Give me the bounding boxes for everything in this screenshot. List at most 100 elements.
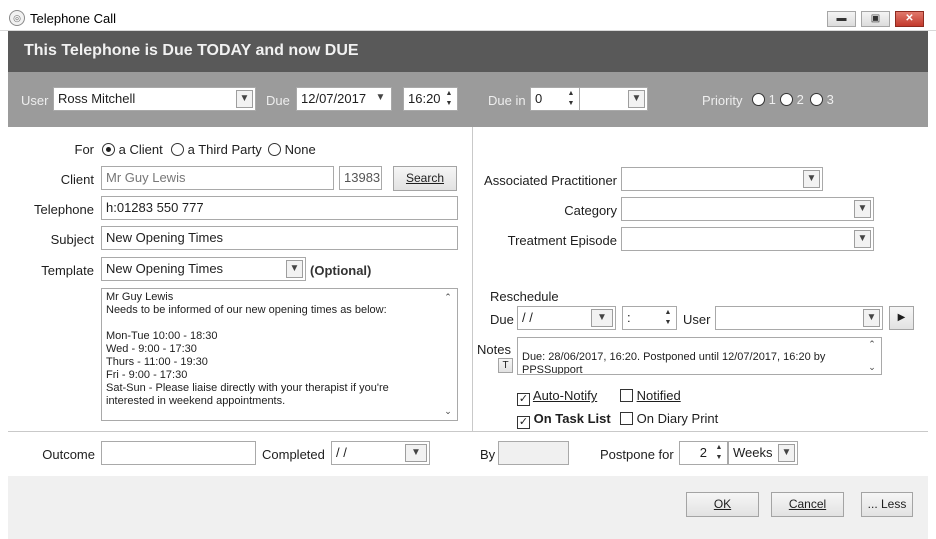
by-field[interactable] bbox=[498, 441, 569, 465]
chevron-up-icon[interactable]: ⌃ bbox=[864, 339, 880, 350]
chevron-down-icon[interactable]: ▼ bbox=[236, 90, 253, 108]
user-select[interactable]: Ross Mitchell ▼ bbox=[53, 87, 256, 111]
outcome-field[interactable] bbox=[101, 441, 256, 465]
for-option-client[interactable]: a Client bbox=[102, 142, 163, 157]
for-label: For bbox=[74, 142, 95, 157]
category-label: Category bbox=[564, 203, 617, 218]
postpone-label: Postpone for bbox=[600, 447, 674, 462]
client-label: Client bbox=[60, 172, 94, 187]
chevron-down-icon[interactable]: ▼ bbox=[286, 260, 303, 278]
chevron-up-icon[interactable]: ⌃ bbox=[440, 292, 456, 303]
chevron-down-icon[interactable]: ▼ bbox=[854, 230, 871, 248]
cancel-button[interactable]: Cancel bbox=[771, 492, 844, 517]
notes-text: Due: 28/06/2017, 16:20. Postponed until … bbox=[522, 351, 826, 374]
radio-icon[interactable] bbox=[102, 143, 115, 156]
outcome-label: Outcome bbox=[42, 447, 95, 462]
less-button[interactable]: ... Less bbox=[861, 492, 913, 517]
checkmark-icon[interactable]: ✓ bbox=[517, 393, 530, 406]
template-value: New Opening Times bbox=[106, 261, 224, 276]
chevron-down-icon[interactable]: ▼ bbox=[372, 90, 389, 108]
due-date-value: 12/07/2017 bbox=[301, 91, 367, 106]
episode-label: Treatment Episode bbox=[507, 233, 617, 248]
chevron-down-icon[interactable]: ⌄ bbox=[864, 362, 880, 373]
play-icon[interactable]: ▶ bbox=[889, 306, 914, 330]
reschedule-due-label: Due bbox=[490, 312, 514, 327]
priority-label: Priority bbox=[702, 93, 743, 108]
footer-divider bbox=[8, 431, 928, 432]
radio-icon[interactable] bbox=[810, 93, 823, 106]
spinner-icon[interactable]: ▲ ▼ bbox=[442, 89, 456, 109]
due-time-spinner[interactable]: 16:20 ▲ ▼ bbox=[403, 87, 458, 111]
reschedule-user-select[interactable]: ▼ bbox=[715, 306, 883, 330]
checkmark-icon[interactable]: ✓ bbox=[517, 416, 530, 429]
spinner-icon[interactable]: ▲ ▼ bbox=[712, 443, 726, 463]
practitioner-select[interactable]: ▼ bbox=[621, 167, 823, 191]
chevron-down-icon[interactable]: ▼ bbox=[628, 90, 645, 108]
due-in-label: Due in bbox=[488, 93, 526, 108]
due-banner-text: This Telephone is Due TODAY and now DUE bbox=[24, 42, 359, 59]
notes-scrollbar[interactable]: ⌃ ⌄ bbox=[864, 339, 880, 373]
chevron-down-icon[interactable]: ▼ bbox=[854, 200, 871, 218]
telephone-field[interactable]: h:01283 550 777 bbox=[101, 196, 458, 220]
for-option-third-party[interactable]: a Third Party bbox=[171, 142, 262, 157]
notes-memo[interactable]: Due: 28/06/2017, 16:20. Postponed until … bbox=[517, 337, 882, 375]
search-button[interactable]: Search bbox=[393, 166, 457, 191]
client-name-field[interactable]: Mr Guy Lewis bbox=[101, 166, 334, 190]
due-in-spinner[interactable]: 0 ▲ ▼ bbox=[530, 87, 580, 111]
reschedule-label: Reschedule bbox=[490, 289, 559, 304]
window-title: Telephone Call bbox=[30, 11, 117, 26]
due-time-value: 16:20 bbox=[408, 91, 441, 106]
chevron-down-icon[interactable]: ▼ bbox=[591, 309, 613, 327]
minimize-icon[interactable]: ▬ bbox=[827, 11, 856, 27]
restore-icon[interactable]: ▣ bbox=[861, 11, 890, 27]
notified-checkbox[interactable]: Notified bbox=[620, 388, 681, 403]
message-text: Mr Guy Lewis Needs to be informed of our… bbox=[106, 291, 389, 407]
chevron-down-icon[interactable]: ▼ bbox=[863, 309, 880, 327]
spinner-icon[interactable]: ▲ ▼ bbox=[661, 308, 675, 328]
notes-label: Notes bbox=[477, 342, 511, 357]
category-select[interactable]: ▼ bbox=[621, 197, 874, 221]
completed-date-picker[interactable]: / / ▼ bbox=[331, 441, 430, 465]
task-list-checkbox[interactable]: ✓ On Task List bbox=[517, 411, 611, 429]
app-icon: ◎ bbox=[9, 10, 25, 26]
message-memo[interactable]: Mr Guy Lewis Needs to be informed of our… bbox=[101, 288, 458, 421]
subject-field[interactable]: New Opening Times bbox=[101, 226, 458, 250]
client-id-field[interactable]: 13983 bbox=[339, 166, 382, 190]
ok-button[interactable]: OK bbox=[686, 492, 759, 517]
chevron-down-icon[interactable]: ▼ bbox=[803, 170, 820, 188]
radio-icon[interactable] bbox=[780, 93, 793, 106]
chevron-down-icon[interactable]: ▼ bbox=[405, 444, 427, 462]
template-select[interactable]: New Opening Times ▼ bbox=[101, 257, 306, 281]
notes-timestamp-button[interactable]: T bbox=[498, 358, 513, 373]
memo-scrollbar[interactable]: ⌃ ⌄ bbox=[440, 290, 456, 419]
chevron-down-icon[interactable]: ▼ bbox=[778, 444, 795, 462]
radio-icon[interactable] bbox=[268, 143, 281, 156]
subject-label: Subject bbox=[50, 232, 94, 247]
radio-icon[interactable] bbox=[752, 93, 765, 106]
telephone-label: Telephone bbox=[34, 202, 94, 217]
spinner-icon[interactable]: ▲ ▼ bbox=[564, 89, 578, 109]
for-option-none[interactable]: None bbox=[268, 142, 316, 157]
user-value: Ross Mitchell bbox=[58, 91, 136, 106]
checkbox-icon[interactable] bbox=[620, 412, 633, 425]
practitioner-label: Associated Practitioner bbox=[484, 173, 617, 188]
priority-option-3[interactable]: 3 bbox=[810, 92, 834, 107]
title-bar bbox=[0, 0, 936, 31]
close-icon[interactable]: ✕ bbox=[895, 11, 924, 27]
auto-notify-checkbox[interactable]: ✓ Auto-Notify bbox=[517, 388, 597, 406]
due-in-value: 0 bbox=[535, 91, 543, 106]
completed-label: Completed bbox=[262, 447, 325, 462]
due-in-unit-select[interactable]: ▼ bbox=[579, 87, 648, 111]
due-date-picker[interactable]: 12/07/2017 ▼ bbox=[296, 87, 392, 111]
postpone-spinner[interactable]: 2 ▲ ▼ bbox=[679, 441, 728, 465]
reschedule-date-picker[interactable]: / / ▼ bbox=[517, 306, 616, 330]
reschedule-time-spinner[interactable]: : ▲ ▼ bbox=[622, 306, 677, 330]
episode-select[interactable]: ▼ bbox=[621, 227, 874, 251]
chevron-down-icon[interactable]: ⌄ bbox=[440, 406, 456, 417]
checkbox-icon[interactable] bbox=[620, 389, 633, 402]
postpone-unit-select[interactable]: Weeks ▼ bbox=[728, 441, 798, 465]
diary-print-checkbox[interactable]: On Diary Print bbox=[620, 411, 718, 426]
radio-icon[interactable] bbox=[171, 143, 184, 156]
priority-option-1[interactable]: 1 bbox=[752, 92, 776, 107]
priority-option-2[interactable]: 2 bbox=[780, 92, 804, 107]
